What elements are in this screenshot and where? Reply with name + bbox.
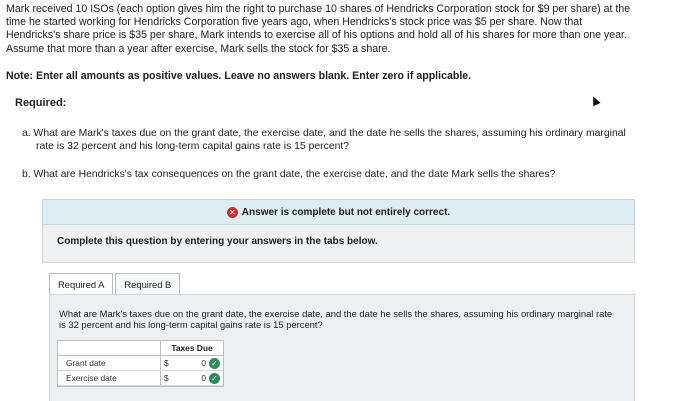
problem-line: Assume that more than a year after exerc… (6, 42, 391, 55)
table-header-blank (58, 341, 161, 355)
part-a-line: a. What are Mark's taxes due on the gran… (22, 128, 626, 139)
table-row: Grant date $ 0 ✓ (58, 356, 223, 371)
taxes-due-table: Taxes Due Grant date $ 0 ✓ Exercise date… (57, 340, 224, 387)
problem-line: time he started working for Hendricks Co… (6, 16, 583, 29)
currency-symbol: $ (164, 373, 169, 383)
answer-status-banner: ✕ Answer is complete but not entirely co… (42, 199, 635, 225)
taxes-due-header: Taxes Due (171, 343, 213, 353)
row-label: Exercise date (58, 371, 161, 385)
taxes-due-input-grant[interactable]: $ 0 ✓ (161, 356, 223, 370)
problem-line: Hendricks's share price is $35 per share… (6, 29, 627, 42)
check-circle-icon: ✓ (209, 357, 220, 369)
taxes-due-input-exercise[interactable]: $ 0 ✓ (161, 371, 223, 385)
cell-value[interactable]: 0 (171, 358, 209, 368)
panel-question: What are Mark's taxes due on the grant d… (59, 308, 613, 331)
x-circle-icon: ✕ (226, 206, 238, 218)
answer-status-text: Answer is complete but not entirely corr… (241, 206, 451, 218)
currency-symbol: $ (164, 358, 169, 368)
row-label: Grant date (58, 356, 161, 370)
cell-value[interactable]: 0 (171, 373, 209, 383)
check-circle-icon: ✓ (209, 372, 220, 384)
required-tabs: Required A Required B (49, 273, 182, 295)
part-a-line: rate is 32 percent and his long-term cap… (36, 141, 350, 152)
tab-required-a[interactable]: Required A (49, 273, 114, 295)
problem-statement: Mark received 10 ISOs (each option gives… (6, 3, 694, 56)
required-part-a: a. What are Mark's taxes due on the gran… (22, 127, 672, 153)
problem-note: Note: Enter all amounts as positive valu… (6, 70, 472, 82)
problem-line: Mark received 10 ISOs (each option gives… (6, 3, 631, 15)
tab-required-b[interactable]: Required B (115, 273, 181, 295)
instructions-text: Complete this question by entering your … (57, 236, 378, 247)
instructions-box: Complete this question by entering your … (42, 225, 635, 263)
required-part-b: b. What are Hendricks's tax consequences… (22, 169, 556, 180)
mouse-cursor-icon (589, 94, 601, 107)
table-row: Exercise date $ 0 ✓ (58, 371, 223, 386)
tab-panel-required-a: What are Mark's taxes due on the grant d… (49, 294, 635, 401)
required-heading: Required: (15, 97, 67, 109)
table-header: Taxes Due (58, 341, 223, 356)
